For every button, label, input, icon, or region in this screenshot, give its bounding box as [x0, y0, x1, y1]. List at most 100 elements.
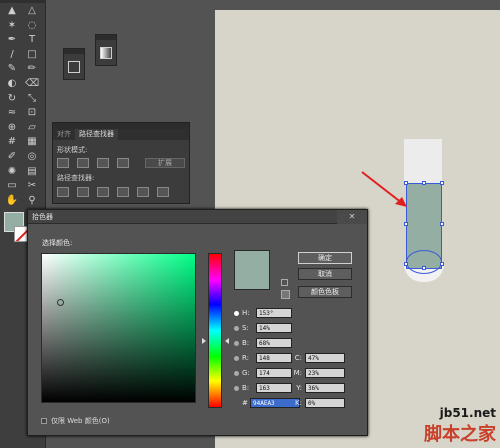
green-label: G: [242, 369, 250, 377]
web-only-checkbox[interactable] [41, 418, 47, 424]
pencil-tool-icon[interactable]: ✏ [25, 62, 39, 76]
merge-button[interactable] [97, 187, 109, 197]
anchor-point[interactable] [440, 222, 444, 226]
hue-slider-handle-right[interactable] [225, 338, 229, 344]
hue-input[interactable]: 153° [256, 308, 292, 318]
hue-slider-handle-left[interactable] [202, 338, 206, 344]
perspective-tool-icon[interactable]: ▱ [25, 121, 39, 135]
anchor-point[interactable] [440, 181, 444, 185]
saturation-radio[interactable] [234, 325, 239, 331]
cmyk-row-k: K: 0% [292, 398, 345, 408]
blue-radio[interactable] [234, 385, 239, 391]
hue-radio[interactable] [234, 310, 239, 316]
cyan-label: C: [294, 354, 302, 362]
eraser-tool-icon[interactable]: ⌫ [25, 77, 39, 91]
mesh-tool-icon[interactable]: # [5, 135, 19, 149]
anchor-point[interactable] [422, 181, 426, 185]
rgb-row-g: G: 174 [234, 368, 292, 378]
saturation-input[interactable]: 14% [256, 323, 292, 333]
free-transform-tool-icon[interactable]: ⊡ [25, 106, 39, 120]
width-tool-icon[interactable]: ≈ [5, 106, 19, 120]
out-of-gamut-icon[interactable] [281, 279, 288, 286]
magenta-input[interactable]: 23% [305, 368, 345, 378]
outline-button[interactable] [137, 187, 149, 197]
magenta-label: M: [293, 369, 302, 377]
web-only-option[interactable]: 仅限 Web 颜色(O) [41, 416, 110, 426]
pathfinder-panel: 对齐 路径查找器 形状模式: 扩展 路径查找器: [52, 122, 190, 204]
pathfinders-label: 路径查找器: [57, 174, 95, 182]
close-icon[interactable]: ✕ [337, 210, 367, 224]
cancel-button[interactable]: 取消 [298, 268, 352, 280]
hand-tool-icon[interactable]: ✋ [5, 194, 19, 208]
color-field-marker[interactable] [57, 299, 64, 306]
selection-tool-icon[interactable]: ▲ [5, 4, 19, 18]
shape-modes-label: 形状模式: [57, 146, 88, 154]
cmyk-row-m: M: 23% [292, 368, 345, 378]
minus-front-button[interactable] [77, 158, 89, 168]
unite-button[interactable] [57, 158, 69, 168]
web-safe-icon[interactable] [281, 290, 290, 299]
rgb-row-b: B: 163 [234, 383, 292, 393]
red-input[interactable]: 148 [256, 353, 292, 363]
rgb-row-r: R: 148 [234, 353, 292, 363]
blue-input[interactable]: 163 [256, 383, 292, 393]
select-color-label: 选择颜色: [42, 239, 73, 247]
slice-tool-icon[interactable]: ✂ [25, 179, 39, 193]
minus-back-button[interactable] [157, 187, 169, 197]
color-field[interactable] [41, 253, 196, 403]
eyedropper-tool-icon[interactable]: ✐ [5, 150, 19, 164]
divide-button[interactable] [57, 187, 69, 197]
tab-align[interactable]: 对齐 [53, 129, 75, 140]
rectangle-tool-icon[interactable]: □ [25, 48, 39, 62]
exclude-button[interactable] [117, 158, 129, 168]
selected-ellipse[interactable] [406, 250, 442, 274]
brightness-input[interactable]: 68% [256, 338, 292, 348]
direct-selection-tool-icon[interactable]: △ [25, 4, 39, 18]
color-swatches-button[interactable]: 颜色色板 [298, 286, 352, 298]
green-radio[interactable] [234, 370, 239, 376]
crop-button[interactable] [117, 187, 129, 197]
expand-button[interactable]: 扩展 [145, 158, 185, 168]
black-input[interactable]: 0% [305, 398, 345, 408]
intersect-button[interactable] [97, 158, 109, 168]
collapsed-panel-gradient[interactable] [95, 34, 117, 66]
scale-tool-icon[interactable]: ⤡ [25, 92, 39, 106]
anchor-point[interactable] [404, 262, 408, 266]
rotate-tool-icon[interactable]: ↻ [5, 92, 19, 106]
tools-panel-grip[interactable] [0, 0, 46, 3]
artboard-tool-icon[interactable]: ▭ [5, 179, 19, 193]
lasso-tool-icon[interactable]: ◌ [25, 19, 39, 33]
cyan-input[interactable]: 47% [305, 353, 345, 363]
magic-wand-tool-icon[interactable]: ✶ [5, 19, 19, 33]
blob-brush-tool-icon[interactable]: ◐ [5, 77, 19, 91]
paintbrush-tool-icon[interactable]: ✎ [5, 62, 19, 76]
pen-tool-icon[interactable]: ✒ [5, 33, 19, 47]
zoom-tool-icon[interactable]: ⚲ [25, 194, 39, 208]
type-tool-icon[interactable]: T [25, 33, 39, 47]
red-radio[interactable] [234, 355, 239, 361]
dialog-title[interactable]: 拾色器 [28, 210, 367, 224]
brightness-label: B: [242, 339, 250, 347]
yellow-label: Y: [296, 384, 302, 392]
hue-slider[interactable] [208, 253, 222, 408]
graph-tool-icon[interactable]: ▤ [25, 165, 39, 179]
anchor-point[interactable] [440, 262, 444, 266]
trim-button[interactable] [77, 187, 89, 197]
anchor-point[interactable] [404, 222, 408, 226]
blend-tool-icon[interactable]: ◎ [25, 150, 39, 164]
green-input[interactable]: 174 [256, 368, 292, 378]
symbol-sprayer-tool-icon[interactable]: ✺ [5, 165, 19, 179]
gradient-tool-icon[interactable]: ▦ [25, 135, 39, 149]
cmyk-row-y: Y: 36% [292, 383, 345, 393]
blue-label: B: [242, 384, 250, 392]
ok-button[interactable]: 确定 [298, 252, 352, 264]
anchor-point[interactable] [422, 266, 426, 270]
black-label: K: [295, 399, 302, 407]
yellow-input[interactable]: 36% [305, 383, 345, 393]
line-tool-icon[interactable]: / [5, 48, 19, 62]
tab-pathfinder[interactable]: 路径查找器 [75, 129, 118, 140]
shape-builder-tool-icon[interactable]: ⊕ [5, 121, 19, 135]
brightness-radio[interactable] [234, 340, 239, 346]
cmyk-row-c: C: 47% [292, 353, 345, 363]
collapsed-panel-stroke[interactable] [63, 48, 85, 80]
